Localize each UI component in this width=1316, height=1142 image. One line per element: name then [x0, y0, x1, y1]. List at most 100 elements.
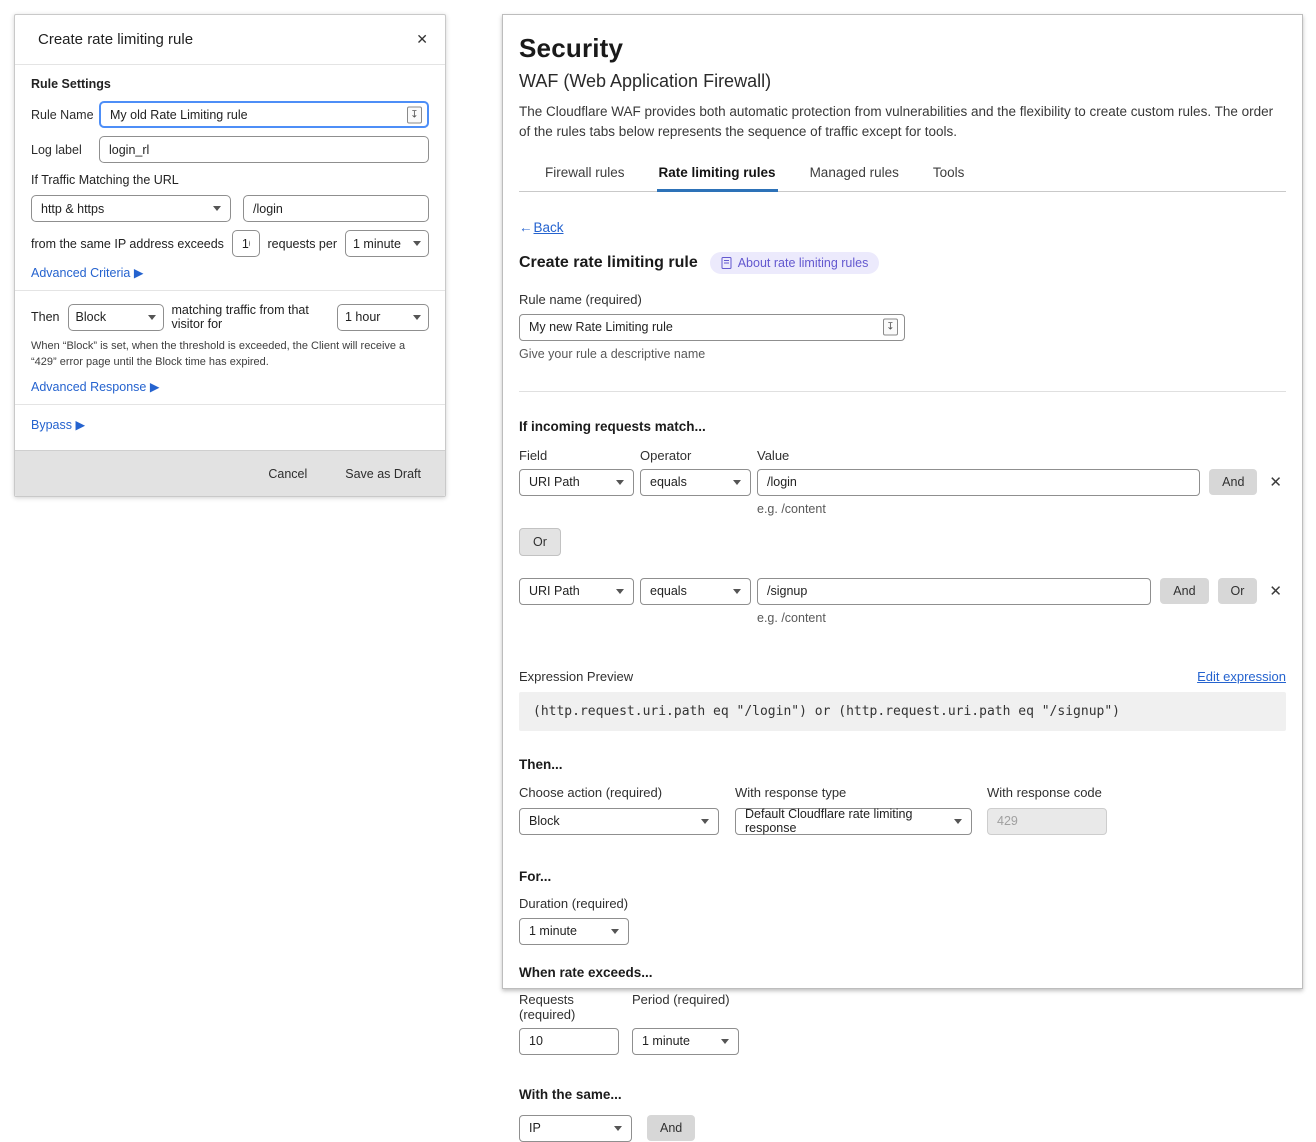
save-as-draft-button[interactable]: Save as Draft	[345, 467, 421, 481]
traffic-match-heading: If Traffic Matching the URL	[31, 173, 429, 187]
url-input[interactable]	[243, 195, 429, 222]
tab-tools[interactable]: Tools	[931, 159, 967, 192]
advanced-response-link[interactable]: Advanced Response ▶	[31, 379, 429, 394]
dialog-header: Create rate limiting rule ✕	[15, 15, 445, 65]
and-button[interactable]: And	[1209, 469, 1257, 495]
block-duration-select[interactable]: 1 hour	[337, 304, 429, 331]
then-middle-text: matching traffic from that visitor for	[172, 303, 330, 331]
chevron-down-icon	[733, 589, 741, 594]
condition-row: URI Path equals And ✕	[519, 469, 1286, 496]
rule-name-input[interactable]	[519, 314, 905, 341]
chevron-down-icon	[616, 589, 624, 594]
field-column-label: Field	[519, 448, 640, 463]
value-helper: e.g. /content	[757, 611, 1286, 625]
and-characteristic-button[interactable]: And	[647, 1115, 695, 1141]
rule-name-row: Rule Name ↧	[31, 101, 429, 128]
dialog-footer: Cancel Save as Draft	[15, 450, 445, 496]
threshold-input[interactable]	[232, 230, 260, 257]
value-input[interactable]	[757, 578, 1151, 605]
url-match-row: http & https	[31, 195, 429, 222]
operator-select[interactable]: equals	[640, 469, 751, 496]
chevron-down-icon	[611, 929, 619, 934]
operator-select[interactable]: equals	[640, 578, 751, 605]
dialog-body: Rule Settings Rule Name ↧ Log label If T…	[15, 65, 445, 432]
duration-select[interactable]: 1 minute	[519, 918, 629, 945]
or-button[interactable]: Or	[1218, 578, 1258, 604]
scheme-select[interactable]: http & https	[31, 195, 231, 222]
page-title: Security	[519, 33, 1286, 64]
back-arrow-icon: ←	[519, 220, 533, 235]
bypass-link[interactable]: Bypass ▶	[31, 417, 429, 432]
about-rate-limiting-rules-badge[interactable]: About rate limiting rules	[710, 252, 880, 274]
or-button[interactable]: Or	[519, 528, 561, 556]
rule-name-label: Rule Name	[31, 108, 99, 122]
field-select[interactable]: URI Path	[519, 578, 634, 605]
choose-action-label: Choose action (required)	[519, 785, 719, 800]
expression-preview-code: (http.request.uri.path eq "/login") or (…	[519, 692, 1286, 731]
page-subtitle: WAF (Web Application Firewall)	[519, 71, 1286, 92]
divider	[15, 404, 445, 405]
cancel-button[interactable]: Cancel	[268, 467, 307, 481]
waf-tabs: Firewall rules Rate limiting rules Manag…	[519, 159, 1286, 192]
rule-name-label: Rule name (required)	[519, 292, 1286, 307]
log-label-input[interactable]	[99, 136, 429, 163]
threshold-row: from the same IP address exceeds request…	[31, 230, 429, 257]
then-row: Then Block matching traffic from that vi…	[31, 303, 429, 331]
block-note-text: When “Block” is set, when the threshold …	[31, 339, 429, 371]
autofill-icon[interactable]: ↧	[883, 319, 898, 336]
close-icon[interactable]: ✕	[416, 31, 428, 48]
page-description: The Cloudflare WAF provides both automat…	[519, 102, 1286, 143]
response-type-select[interactable]: Default Cloudflare rate limiting respons…	[735, 808, 972, 835]
remove-condition-icon[interactable]: ✕	[1265, 473, 1286, 491]
log-label-row: Log label	[31, 136, 429, 163]
divider	[519, 391, 1286, 392]
characteristic-select[interactable]: IP	[519, 1115, 632, 1142]
requests-label: Requests (required)	[519, 992, 632, 1022]
response-code-label: With response code	[987, 785, 1107, 800]
log-label-label: Log label	[31, 143, 99, 157]
condition-row: URI Path equals And Or ✕	[519, 578, 1286, 605]
response-type-label: With response type	[735, 785, 972, 800]
duration-label: Duration (required)	[519, 896, 1286, 911]
threshold-prefix-text: from the same IP address exceeds	[31, 237, 224, 251]
period-select[interactable]: 1 minute	[345, 230, 429, 257]
chevron-down-icon	[213, 206, 221, 211]
value-column-label: Value	[757, 448, 789, 463]
security-waf-panel: Security WAF (Web Application Firewall) …	[502, 14, 1303, 989]
edit-expression-link[interactable]: Edit expression	[1197, 669, 1286, 684]
field-select[interactable]: URI Path	[519, 469, 634, 496]
tab-managed-rules[interactable]: Managed rules	[808, 159, 901, 192]
operator-column-label: Operator	[640, 448, 757, 463]
rule-settings-heading: Rule Settings	[31, 77, 429, 91]
divider	[15, 290, 445, 291]
action-select[interactable]: Block	[519, 808, 719, 835]
form-title: Create rate limiting rule	[519, 254, 698, 272]
remove-condition-icon[interactable]: ✕	[1265, 582, 1286, 600]
document-icon	[721, 257, 732, 269]
form-title-row: Create rate limiting rule About rate lim…	[519, 252, 1286, 274]
chevron-down-icon	[616, 480, 624, 485]
autofill-icon[interactable]: ↧	[407, 106, 422, 123]
and-button[interactable]: And	[1160, 578, 1208, 604]
chevron-down-icon	[148, 315, 156, 320]
with-same-heading: With the same...	[519, 1087, 1286, 1102]
period-label: Period (required)	[632, 992, 730, 1022]
action-select[interactable]: Block	[68, 304, 164, 331]
value-input[interactable]	[757, 469, 1200, 496]
chevron-down-icon	[721, 1039, 729, 1044]
response-code-input	[987, 808, 1107, 835]
chevron-down-icon	[413, 315, 421, 320]
rule-name-helper: Give your rule a descriptive name	[519, 347, 1286, 361]
back-link[interactable]: ←Back	[519, 220, 1286, 235]
rate-exceeds-heading: When rate exceeds...	[519, 965, 1286, 980]
requests-input[interactable]	[519, 1028, 619, 1055]
tab-rate-limiting-rules[interactable]: Rate limiting rules	[657, 159, 778, 192]
chevron-down-icon	[413, 241, 421, 246]
for-heading: For...	[519, 869, 1286, 884]
advanced-criteria-link[interactable]: Advanced Criteria ▶	[31, 265, 429, 280]
rule-name-input[interactable]	[99, 101, 429, 128]
period-select[interactable]: 1 minute	[632, 1028, 739, 1055]
expression-preview-label: Expression Preview	[519, 669, 633, 684]
tab-firewall-rules[interactable]: Firewall rules	[543, 159, 627, 192]
incoming-requests-heading: If incoming requests match...	[519, 419, 1286, 434]
